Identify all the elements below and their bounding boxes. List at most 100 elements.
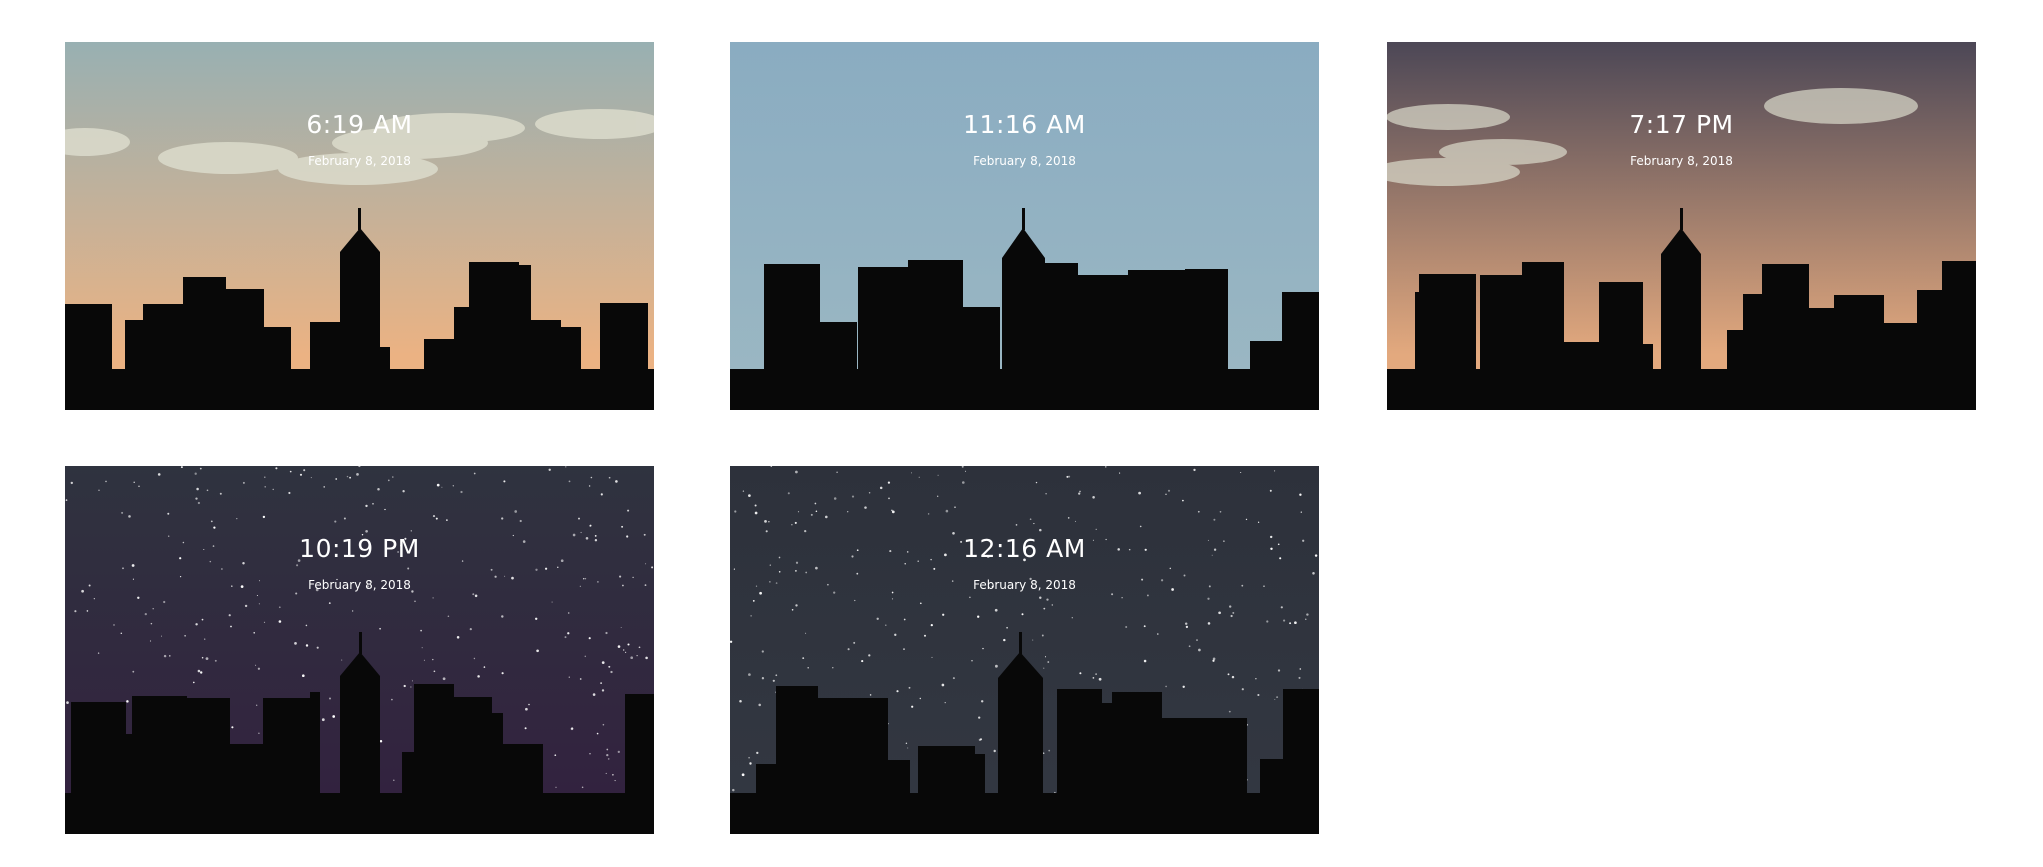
star — [856, 572, 859, 575]
star — [750, 615, 752, 617]
star — [231, 726, 234, 729]
star — [995, 664, 998, 668]
star — [615, 480, 618, 483]
star — [548, 468, 551, 471]
star — [236, 518, 238, 520]
star — [978, 716, 981, 719]
star — [1197, 510, 1200, 513]
star — [196, 487, 199, 491]
star — [1021, 613, 1024, 616]
star — [645, 563, 647, 565]
star — [138, 485, 140, 488]
star — [289, 470, 292, 473]
star — [868, 492, 871, 494]
star — [144, 612, 147, 616]
star — [275, 467, 278, 470]
star — [614, 780, 616, 782]
star — [1241, 688, 1244, 691]
star — [477, 675, 480, 678]
star — [853, 641, 856, 644]
star — [473, 657, 476, 660]
star — [733, 568, 735, 570]
star — [410, 686, 412, 688]
star — [847, 511, 849, 513]
star — [620, 626, 622, 629]
star — [607, 758, 610, 760]
star — [402, 490, 405, 493]
star — [262, 515, 266, 519]
star — [1184, 622, 1188, 625]
clock-panel-sunset: 7:17 PM February 8, 2018 — [1387, 42, 1976, 410]
star — [1079, 672, 1082, 675]
star — [1229, 605, 1232, 608]
star — [1257, 521, 1260, 523]
star — [365, 529, 368, 533]
star — [1092, 677, 1095, 679]
star — [608, 476, 611, 479]
star — [854, 599, 856, 602]
star — [1230, 614, 1233, 618]
star — [605, 772, 607, 774]
star — [441, 486, 443, 488]
star — [944, 701, 946, 704]
star — [1066, 475, 1069, 478]
star — [272, 488, 274, 491]
star — [1098, 677, 1102, 681]
star — [1193, 468, 1196, 472]
star — [1015, 524, 1018, 526]
star — [805, 571, 808, 574]
star — [910, 472, 913, 474]
clock-time: 6:19 AM — [306, 110, 413, 139]
star — [1067, 517, 1070, 519]
star — [393, 779, 395, 781]
star — [303, 469, 306, 472]
star — [903, 648, 905, 651]
star — [879, 486, 883, 490]
star — [589, 753, 591, 755]
star — [391, 698, 393, 701]
star — [923, 634, 927, 637]
star — [630, 656, 634, 660]
star — [612, 774, 614, 776]
star — [433, 670, 436, 673]
star — [748, 756, 750, 759]
star — [1043, 667, 1045, 669]
star — [571, 727, 574, 730]
sunset-scene — [1387, 42, 1976, 410]
star — [1207, 597, 1210, 600]
star — [1045, 492, 1047, 495]
star — [150, 622, 153, 625]
star — [1105, 466, 1107, 468]
clock-date: February 8, 2018 — [308, 578, 411, 592]
star — [66, 701, 69, 704]
star — [302, 674, 305, 677]
star — [795, 470, 798, 474]
star — [993, 749, 996, 753]
star — [868, 654, 871, 657]
star — [869, 694, 872, 696]
star — [74, 610, 77, 613]
clock-panel-sunrise: 6:19 AM February 8, 2018 — [65, 42, 654, 410]
star — [97, 652, 100, 654]
star — [264, 486, 266, 488]
star — [1255, 678, 1257, 680]
star — [1232, 611, 1235, 614]
star — [590, 476, 593, 479]
star — [765, 530, 768, 533]
star — [514, 510, 518, 513]
star — [228, 614, 231, 617]
star — [888, 497, 890, 500]
star — [554, 754, 557, 757]
star — [919, 602, 922, 605]
star — [152, 607, 154, 610]
star — [403, 684, 406, 688]
star — [1048, 749, 1051, 752]
star — [436, 483, 440, 487]
star — [1138, 491, 1141, 495]
star — [1257, 693, 1260, 697]
star — [758, 703, 761, 707]
star — [617, 645, 621, 648]
star — [256, 594, 258, 597]
star — [1240, 471, 1242, 474]
star — [1068, 475, 1071, 478]
